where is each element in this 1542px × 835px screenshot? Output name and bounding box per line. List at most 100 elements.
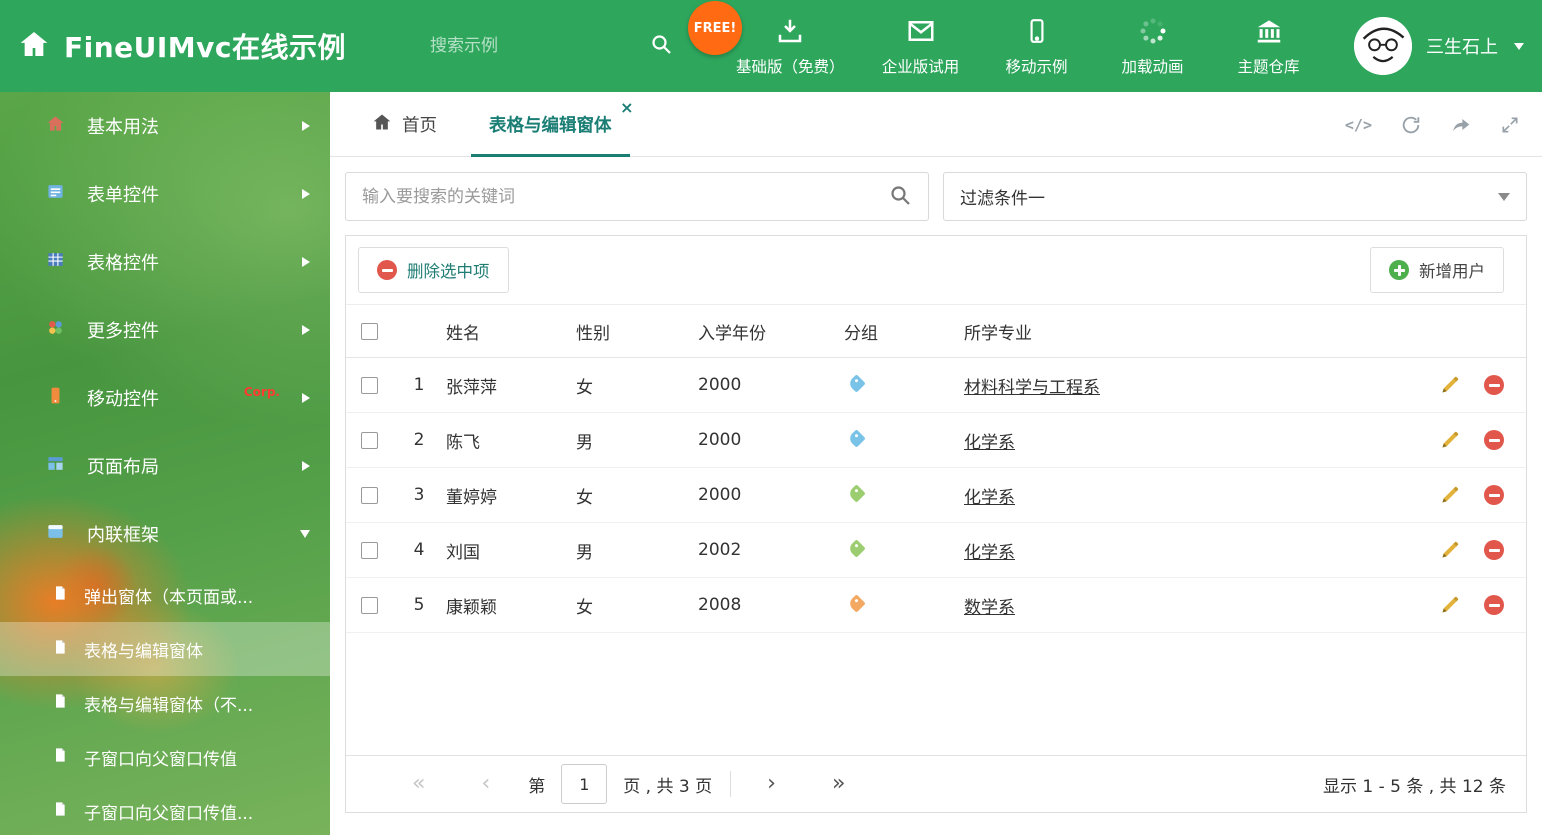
- close-icon[interactable]: ×: [620, 100, 633, 116]
- envelope-icon: [906, 16, 936, 46]
- row-checkbox[interactable]: [360, 376, 378, 394]
- major-link[interactable]: 材料科学与工程系: [964, 378, 1100, 398]
- sidebar-item-form-controls[interactable]: 表单控件: [0, 160, 330, 228]
- delete-selected-button[interactable]: 删除选中项: [358, 247, 509, 293]
- app-root: FineUIMvc在线示例 FREE! 基础版（免费）: [0, 0, 1542, 835]
- cell-year: 2008: [698, 595, 742, 615]
- table-row: 2 陈飞 男 2000 化学系: [346, 413, 1526, 468]
- cell-name: 刘国: [446, 542, 480, 563]
- search-icon[interactable]: [888, 183, 912, 211]
- sidebar-item-basic-usage[interactable]: 基本用法: [0, 92, 330, 160]
- chevron-right-icon: [302, 121, 310, 131]
- home-icon: [372, 112, 392, 137]
- home-icon: [46, 114, 65, 138]
- page-number-input[interactable]: [561, 764, 608, 804]
- last-page-icon[interactable]: »: [804, 773, 873, 795]
- delete-row-icon[interactable]: [1484, 595, 1504, 615]
- edit-icon[interactable]: [1440, 430, 1460, 450]
- layout-icon: [46, 454, 65, 478]
- refresh-icon[interactable]: [1400, 114, 1422, 136]
- cell-gender: 女: [576, 487, 593, 508]
- sidebar-item-inline-frame[interactable]: 内联框架: [0, 500, 330, 568]
- submenu-item-child-to-parent-2[interactable]: 子窗口向父窗口传值...: [0, 784, 330, 835]
- select-all-checkbox[interactable]: [360, 322, 378, 340]
- delete-selected-label: 删除选中项: [407, 262, 490, 281]
- plus-circle-icon: [1389, 260, 1409, 280]
- submenu-item-grid-edit-window-2[interactable]: 表格与编辑窗体（不...: [0, 676, 330, 730]
- nav-item-loading-animation[interactable]: 加载动画: [1103, 0, 1203, 92]
- row-index: 5: [413, 595, 425, 615]
- nav-item-label: 移动示例: [1005, 57, 1068, 76]
- delete-row-icon[interactable]: [1484, 485, 1504, 505]
- row-checkbox[interactable]: [360, 486, 378, 504]
- nav-item-basic-edition[interactable]: 基础版（免费）: [726, 0, 855, 92]
- expand-icon[interactable]: [1500, 115, 1520, 135]
- sidebar-item-label: 页面布局: [87, 457, 159, 478]
- divider: [730, 771, 732, 797]
- submenu-item-popup-window[interactable]: 弹出窗体（本页面或...: [0, 568, 330, 622]
- major-link[interactable]: 数学系: [964, 598, 1015, 618]
- submenu-item-label: 表格与编辑窗体: [84, 641, 203, 662]
- cell-name: 陈飞: [446, 432, 480, 453]
- sidebar-item-page-layout[interactable]: 页面布局: [0, 432, 330, 500]
- add-user-label: 新增用户: [1419, 262, 1485, 281]
- major-link[interactable]: 化学系: [964, 488, 1015, 508]
- file-icon: [52, 801, 68, 822]
- file-icon: [52, 693, 68, 714]
- cell-gender: 男: [576, 542, 593, 563]
- submenu-item-child-to-parent[interactable]: 子窗口向父窗口传值: [0, 730, 330, 784]
- first-page-icon[interactable]: «: [384, 773, 453, 795]
- next-page-icon[interactable]: ›: [739, 773, 804, 795]
- delete-row-icon[interactable]: [1484, 540, 1504, 560]
- add-user-button[interactable]: 新增用户: [1370, 247, 1504, 293]
- edit-icon[interactable]: [1440, 485, 1460, 505]
- table-row: 4 刘国 男 2002 化学系: [346, 523, 1526, 578]
- major-link[interactable]: 化学系: [964, 433, 1015, 453]
- chevron-right-icon: [302, 393, 310, 403]
- tag-icon: [847, 484, 866, 503]
- sidebar: 基本用法 表单控件 表格控件 更多控件 移动控件 Corp. 页面布局 内联框架…: [0, 92, 330, 835]
- sidebar-item-label: 表单控件: [87, 185, 159, 206]
- nav-item-mobile-demo[interactable]: 移动示例: [987, 0, 1087, 92]
- delete-row-icon[interactable]: [1484, 375, 1504, 395]
- tag-icon: [847, 539, 866, 558]
- sidebar-item-label: 更多控件: [87, 321, 159, 342]
- row-index: 4: [413, 540, 425, 560]
- tag-icon: [847, 429, 866, 448]
- source-code-icon[interactable]: </>: [1345, 116, 1372, 134]
- sidebar-item-mobile-controls[interactable]: 移动控件 Corp.: [0, 364, 330, 432]
- nav-item-theme-repo[interactable]: 主题仓库: [1219, 0, 1319, 92]
- header-search-input[interactable]: [430, 36, 649, 56]
- search-icon[interactable]: [649, 32, 673, 60]
- brand[interactable]: FineUIMvc在线示例: [18, 0, 346, 92]
- share-icon[interactable]: [1450, 114, 1472, 136]
- row-checkbox[interactable]: [360, 431, 378, 449]
- edit-icon[interactable]: [1440, 540, 1460, 560]
- filter-dropdown[interactable]: 过滤条件一: [943, 172, 1527, 221]
- cell-year: 2000: [698, 430, 742, 450]
- tag-icon: [847, 374, 866, 393]
- sidebar-item-label: 表格控件: [87, 253, 159, 274]
- delete-row-icon[interactable]: [1484, 430, 1504, 450]
- prev-page-icon[interactable]: ‹: [453, 773, 518, 795]
- cell-year: 2002: [698, 540, 742, 560]
- edit-icon[interactable]: [1440, 595, 1460, 615]
- nav-item-enterprise-trial[interactable]: 企业版试用: [871, 0, 971, 92]
- tab-home[interactable]: 首页: [346, 92, 463, 156]
- major-link[interactable]: 化学系: [964, 543, 1015, 563]
- mobile-icon: [1024, 16, 1050, 46]
- cell-gender: 男: [576, 432, 593, 453]
- tab-grid-edit-window[interactable]: 表格与编辑窗体 ×: [463, 92, 638, 157]
- table-row: 5 康颖颖 女 2008 数学系: [346, 578, 1526, 633]
- user-menu[interactable]: 三生石上: [1354, 0, 1524, 92]
- row-checkbox[interactable]: [360, 596, 378, 614]
- sidebar-item-grid-controls[interactable]: 表格控件: [0, 228, 330, 296]
- sidebar-item-more-controls[interactable]: 更多控件: [0, 296, 330, 364]
- edit-icon[interactable]: [1440, 375, 1460, 395]
- table-header-row: 姓名 性别 入学年份 分组 所学专业: [346, 305, 1526, 358]
- submenu-item-grid-edit-window[interactable]: 表格与编辑窗体: [0, 622, 330, 676]
- cell-name: 张萍萍: [446, 377, 497, 398]
- row-checkbox[interactable]: [360, 541, 378, 559]
- user-name: 三生石上: [1426, 37, 1498, 58]
- keyword-search-input[interactable]: [362, 186, 888, 207]
